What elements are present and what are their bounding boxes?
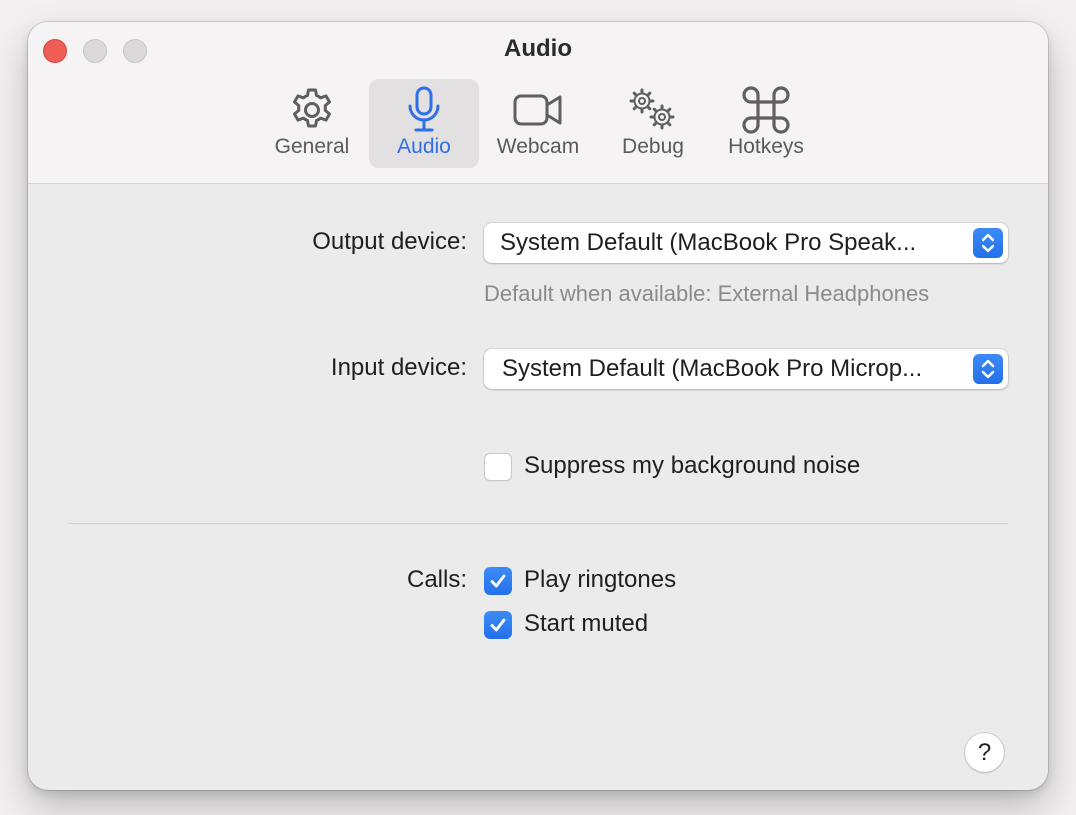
command-key-icon [716,85,816,135]
tab-debug[interactable]: Debug [610,79,696,168]
tab-hotkeys-label: Hotkeys [728,135,804,158]
tab-general-label: General [274,135,350,158]
tab-hotkeys[interactable]: Hotkeys [716,79,816,168]
checkmark-icon [490,574,506,588]
help-button[interactable]: ? [965,733,1004,772]
suppress-noise-checkbox[interactable] [484,453,512,481]
start-muted-checkbox[interactable] [484,611,512,639]
tab-audio[interactable]: Audio [369,79,479,168]
chevron-up-down-icon [973,354,1003,384]
chevron-up-down-icon [973,228,1003,258]
calls-label: Calls: [406,566,467,593]
tab-webcam[interactable]: Webcam [487,79,589,168]
start-muted-label[interactable]: Start muted [524,610,648,638]
output-device-popup[interactable]: System Default (MacBook Pro Speak... [484,223,1008,263]
preferences-window: Audio General Audio Webcam Debug Hotkeys… [28,22,1048,790]
checkmark-icon [490,618,506,632]
input-device-value: System Default (MacBook Pro Microp... [502,355,923,382]
output-device-label: Output device: [312,228,467,255]
tab-general[interactable]: General [263,79,361,168]
audio-settings-panel: Output device: System Default (MacBook P… [28,184,1048,790]
output-device-hint: Default when available: External Headpho… [484,281,930,306]
gears-icon [610,85,696,135]
tab-debug-label: Debug [622,135,684,158]
window-title: Audio [504,35,572,62]
tab-webcam-label: Webcam [496,135,580,158]
input-device-label: Input device: [330,354,467,381]
play-ringtones-checkbox[interactable] [484,567,512,595]
tab-audio-label: Audio [397,135,451,158]
gear-icon [263,85,361,135]
output-device-value: System Default (MacBook Pro Speak... [500,229,917,256]
section-divider [68,523,1008,524]
suppress-noise-label[interactable]: Suppress my background noise [524,452,860,480]
toolbar: Audio General Audio Webcam Debug Hotkeys [28,22,1048,184]
microphone-icon [369,85,479,135]
play-ringtones-label[interactable]: Play ringtones [524,566,676,594]
video-camera-icon [487,85,589,135]
input-device-popup[interactable]: System Default (MacBook Pro Microp... [484,349,1008,389]
